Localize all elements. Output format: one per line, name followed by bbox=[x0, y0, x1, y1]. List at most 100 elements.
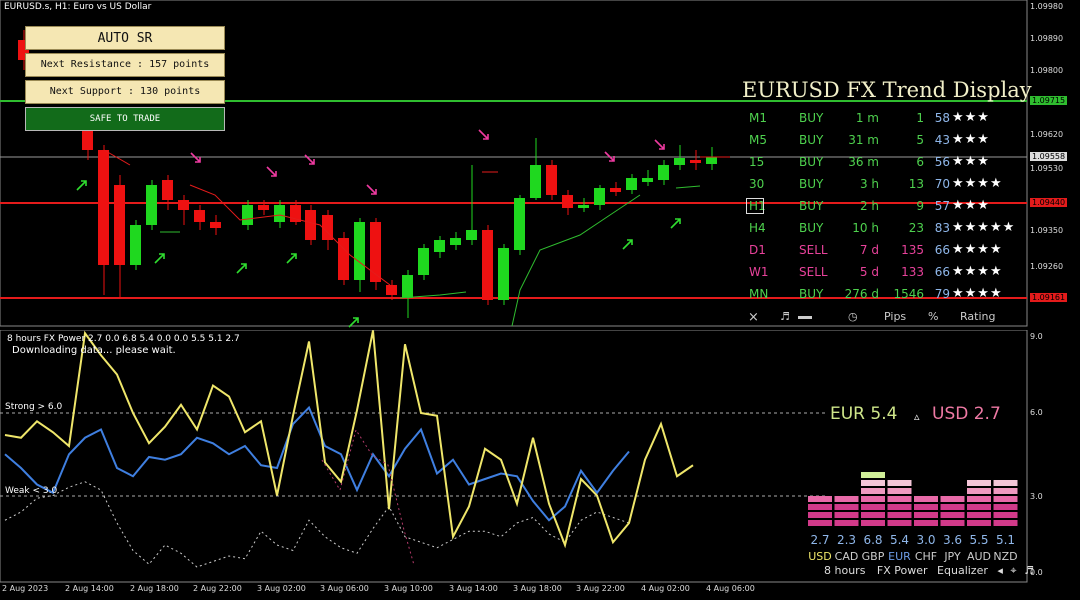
equalizer-currency-nzd[interactable]: NZD bbox=[993, 550, 1019, 563]
trend-signal: BUY bbox=[799, 199, 824, 213]
equalizer-footer: 8 hours FX Power Equalizer ◂ ⌖ ♬ bbox=[824, 564, 1034, 578]
equalizer-value: 2.3 bbox=[836, 533, 857, 547]
trend-rating-stars: ★★★★ bbox=[952, 176, 1003, 191]
trend-pips: 9 bbox=[916, 199, 924, 213]
trend-timeframe: M5 bbox=[749, 133, 767, 147]
time-axis-label: 2 Aug 2023 bbox=[2, 584, 49, 593]
equalizer-value: 6.8 bbox=[863, 533, 883, 547]
trend-signal: BUY bbox=[799, 133, 824, 147]
equalizer-bar-segment bbox=[861, 496, 885, 502]
close-icon[interactable]: × bbox=[748, 310, 759, 325]
equalizer-currency-eur[interactable]: EUR bbox=[887, 550, 913, 563]
crosshair-icon[interactable]: ⌖ bbox=[1010, 564, 1016, 577]
trend-duration: 31 m bbox=[848, 133, 879, 147]
trend-pips: 135 bbox=[901, 243, 924, 257]
trend-timeframe: W1 bbox=[749, 265, 769, 279]
time-axis-label: 3 Aug 14:00 bbox=[449, 584, 498, 593]
candle-body bbox=[434, 240, 445, 252]
price-label: 1.09980 bbox=[1030, 2, 1064, 11]
clock-icon[interactable]: ◷ bbox=[848, 310, 858, 323]
equalizer-bar-segment bbox=[861, 520, 885, 526]
trend-pips: 1546 bbox=[893, 287, 924, 301]
arrow-left-icon[interactable]: ◂ bbox=[997, 564, 1003, 577]
candle-body bbox=[402, 275, 413, 298]
equalizer-bar-segment bbox=[914, 496, 938, 502]
equalizer-bar-segment bbox=[834, 520, 859, 526]
trend-signal: BUY bbox=[799, 177, 824, 191]
equalizer-bar-segment bbox=[993, 520, 1018, 526]
equalizer-bar-segment bbox=[967, 512, 991, 518]
music-icon[interactable]: ♬ bbox=[1024, 564, 1034, 577]
candle-body bbox=[482, 230, 493, 300]
equalizer-label[interactable]: Equalizer bbox=[937, 564, 988, 577]
trend-signal: BUY bbox=[799, 287, 824, 301]
equalizer-bar-segment bbox=[887, 496, 912, 502]
candle-body bbox=[194, 210, 205, 222]
trend-percent: 79 bbox=[934, 287, 950, 301]
pips-header: Pips bbox=[884, 310, 907, 323]
eur-strength-label: EUR 5.4 bbox=[830, 404, 898, 424]
candle-body bbox=[706, 157, 717, 164]
equalizer-bar-segment bbox=[967, 504, 991, 510]
equalizer-currency-aud[interactable]: AUD bbox=[966, 550, 992, 563]
candle-body bbox=[674, 158, 685, 165]
equalizer-bar-segment bbox=[861, 472, 885, 478]
candle-body bbox=[562, 195, 573, 208]
trend-signal: BUY bbox=[799, 155, 824, 169]
trend-percent: 58 bbox=[934, 111, 950, 125]
equalizer-currency-jpy[interactable]: JPY bbox=[940, 550, 966, 563]
candle-body bbox=[146, 185, 157, 225]
next-resistance-button[interactable]: Next Resistance : 157 points bbox=[25, 53, 225, 77]
rating-header: Rating bbox=[960, 310, 996, 323]
equalizer-bar-segment bbox=[940, 512, 965, 518]
indicator-axis-label: 3.0 bbox=[1030, 492, 1043, 501]
equalizer-bar-segment bbox=[940, 496, 965, 502]
equalizer-value: 3.6 bbox=[942, 533, 963, 547]
trend-timeframe: 15 bbox=[749, 155, 765, 169]
trend-rating-stars: ★★★★ bbox=[952, 286, 1003, 301]
time-axis-label: 4 Aug 02:00 bbox=[641, 584, 690, 593]
price-label: 1.09350 bbox=[1030, 226, 1064, 235]
strong-label: Strong > 6.0 bbox=[5, 402, 63, 412]
trend-duration: 36 m bbox=[848, 155, 879, 169]
hours-label[interactable]: 8 hours bbox=[824, 564, 865, 577]
candle-body bbox=[82, 130, 93, 150]
price-label: 1.09890 bbox=[1030, 34, 1064, 43]
equalizer-bar-segment bbox=[808, 520, 832, 526]
equalizer-currency-chf[interactable]: CHF bbox=[913, 550, 939, 563]
price-label: 1.09620 bbox=[1030, 130, 1064, 139]
equalizer-bar-segment bbox=[993, 488, 1018, 494]
trend-pips: 6 bbox=[916, 155, 924, 169]
equalizer-currency-usd[interactable]: USD bbox=[807, 550, 833, 563]
trend-signal: SELL bbox=[799, 243, 828, 257]
trend-timeframe: D1 bbox=[749, 243, 766, 257]
candle-body bbox=[242, 205, 253, 225]
equalizer-currency-cad[interactable]: CAD bbox=[834, 550, 860, 563]
auto-sr-button[interactable]: AUTO SR bbox=[25, 26, 225, 50]
equalizer-bar-segment bbox=[861, 512, 885, 518]
equalizer-bar-segment bbox=[861, 504, 885, 510]
fx-power-label[interactable]: FX Power bbox=[877, 564, 928, 577]
music-icon[interactable]: ♬ bbox=[780, 310, 790, 323]
equalizer-bar-segment bbox=[967, 480, 991, 486]
percent-header: % bbox=[928, 310, 939, 323]
equalizer-bar-segment bbox=[967, 488, 991, 494]
equalizer-value: 5.5 bbox=[969, 533, 989, 547]
equalizer-bar-segment bbox=[834, 504, 859, 510]
time-axis-label: 3 Aug 18:00 bbox=[513, 584, 562, 593]
trend-percent: 70 bbox=[934, 177, 950, 191]
equalizer-bar-segment bbox=[887, 488, 912, 494]
next-support-button[interactable]: Next Support : 130 points bbox=[25, 80, 225, 104]
candle-body bbox=[546, 165, 557, 195]
safe-to-trade-button[interactable]: SAFE TO TRADE bbox=[25, 107, 225, 131]
candle-body bbox=[258, 205, 269, 210]
time-axis-label: 2 Aug 22:00 bbox=[193, 584, 242, 593]
trend-timeframe: H4 bbox=[749, 221, 766, 235]
line-icon[interactable] bbox=[798, 316, 812, 319]
equalizer-bar-segment bbox=[834, 512, 859, 518]
trend-rating-stars: ★★★ bbox=[952, 132, 990, 147]
equalizer-currency-gbp[interactable]: GBP bbox=[860, 550, 886, 563]
equalizer-bar-segment bbox=[967, 520, 991, 526]
trend-percent: 43 bbox=[934, 133, 950, 147]
time-axis-label: 3 Aug 02:00 bbox=[257, 584, 306, 593]
